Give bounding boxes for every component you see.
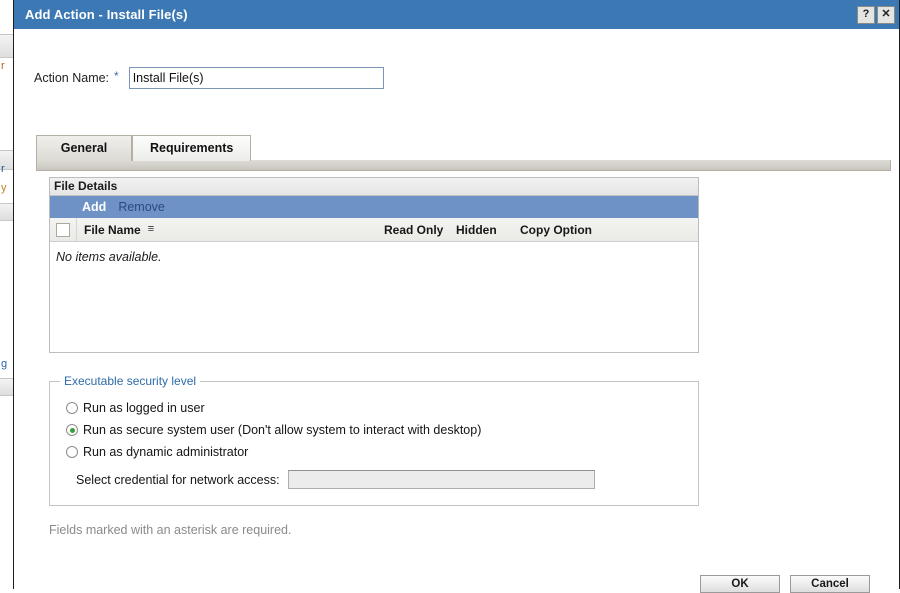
select-all-checkbox[interactable] xyxy=(56,223,70,237)
column-header-file-name-label: File Name xyxy=(84,223,141,237)
file-table-body: No items available. xyxy=(50,242,698,352)
cancel-button[interactable]: Cancel xyxy=(790,575,870,593)
file-details-panel: File Details Add Remove File Name ≡ Read… xyxy=(49,177,699,353)
select-all-cell xyxy=(50,218,77,241)
security-level-legend: Executable security level xyxy=(60,374,200,388)
required-asterisk: * xyxy=(114,67,119,83)
help-icon[interactable]: ? xyxy=(857,6,875,24)
radio-run-as-dynamic-administrator[interactable]: Run as dynamic administrator xyxy=(50,445,698,459)
dialog-body: Action Name: * General Requirements File… xyxy=(14,29,899,589)
background-link-fragment: g xyxy=(1,358,12,370)
add-action-dialog: Add Action - Install File(s) ? ✕ Action … xyxy=(13,0,900,589)
radio-label-dynamic-administrator: Run as dynamic administrator xyxy=(83,445,248,459)
add-file-button[interactable]: Add xyxy=(82,200,106,214)
credential-input[interactable] xyxy=(288,470,595,489)
tab-requirements[interactable]: Requirements xyxy=(132,135,251,161)
executable-security-level-group: Executable security level Run as logged … xyxy=(49,381,699,506)
column-header-file-name[interactable]: File Name ≡ xyxy=(77,223,384,237)
remove-file-button[interactable]: Remove xyxy=(118,200,165,214)
file-details-header: File Details xyxy=(50,178,698,196)
close-icon[interactable]: ✕ xyxy=(877,6,895,24)
empty-table-message: No items available. xyxy=(56,250,162,264)
radio-run-as-secure-system-user[interactable]: Run as secure system user (Don't allow s… xyxy=(50,423,698,437)
file-details-toolbar: Add Remove xyxy=(50,196,698,218)
dialog-titlebar: Add Action - Install File(s) ? ✕ xyxy=(14,0,899,29)
background-text-fragment: r xyxy=(1,163,12,175)
tab-general[interactable]: General xyxy=(36,135,132,161)
radio-label-secure-system-user: Run as secure system user (Don't allow s… xyxy=(83,423,481,437)
column-header-read-only[interactable]: Read Only xyxy=(384,223,456,237)
background-text-fragment: y xyxy=(1,182,12,194)
background-page-strip: r r y g xyxy=(0,0,13,589)
dialog-title: Add Action - Install File(s) xyxy=(25,7,188,22)
tab-bar: General Requirements xyxy=(36,134,891,161)
radio-icon-logged-in-user[interactable] xyxy=(66,402,78,414)
column-header-hidden[interactable]: Hidden xyxy=(456,223,520,237)
column-header-copy-option[interactable]: Copy Option xyxy=(520,223,610,237)
action-name-row: Action Name: * xyxy=(14,29,899,89)
tab-bar-wrapper: General Requirements xyxy=(36,134,891,171)
background-band xyxy=(0,203,13,221)
background-band xyxy=(0,378,13,396)
radio-label-logged-in-user: Run as logged in user xyxy=(83,401,205,415)
credential-label: Select credential for network access: xyxy=(76,473,280,487)
dialog-button-bar: OK Cancel xyxy=(700,575,870,593)
sort-ascending-icon: ≡ xyxy=(148,224,154,235)
credential-row: Select credential for network access: xyxy=(50,470,698,489)
background-text-fragment: r xyxy=(1,60,12,72)
radio-icon-secure-system-user[interactable] xyxy=(66,424,78,436)
action-name-label: Action Name: xyxy=(34,71,109,85)
background-band xyxy=(0,34,13,58)
required-fields-note: Fields marked with an asterisk are requi… xyxy=(49,523,291,537)
titlebar-buttons: ? ✕ xyxy=(857,6,895,24)
file-table-header-row: File Name ≡ Read Only Hidden Copy Option xyxy=(50,218,698,242)
radio-run-as-logged-in-user[interactable]: Run as logged in user xyxy=(50,401,698,415)
tab-content-strip xyxy=(36,160,891,171)
ok-button[interactable]: OK xyxy=(700,575,780,593)
action-name-input[interactable] xyxy=(129,67,384,89)
radio-icon-dynamic-administrator[interactable] xyxy=(66,446,78,458)
